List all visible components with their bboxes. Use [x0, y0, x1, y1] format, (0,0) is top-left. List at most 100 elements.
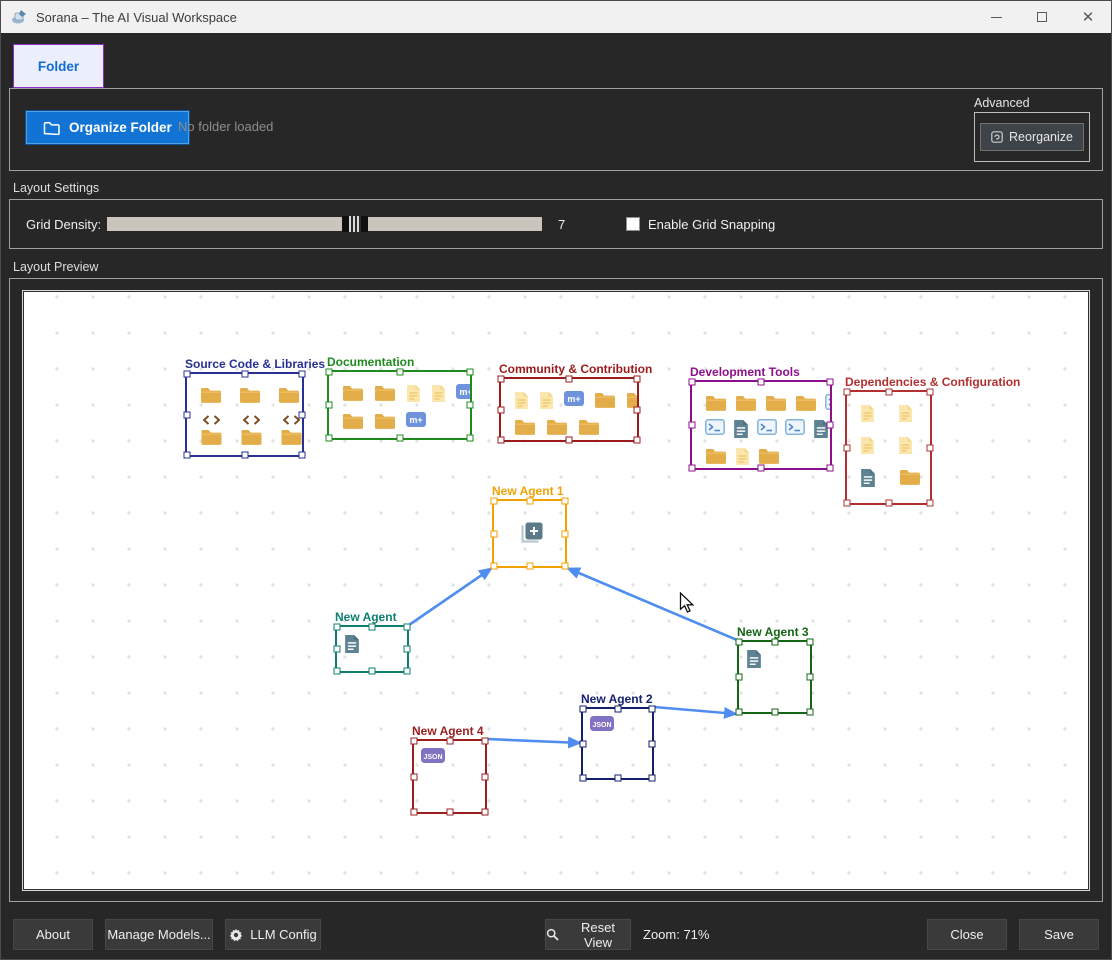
- resize-handle[interactable]: [634, 406, 641, 413]
- resize-handle[interactable]: [736, 639, 743, 646]
- resize-handle[interactable]: [736, 709, 743, 716]
- resize-handle[interactable]: [649, 706, 656, 713]
- resize-handle[interactable]: [446, 738, 453, 745]
- resize-handle[interactable]: [467, 435, 474, 442]
- maximize-icon[interactable]: [1019, 1, 1065, 33]
- resize-handle[interactable]: [562, 563, 569, 570]
- resize-handle[interactable]: [689, 379, 696, 386]
- resize-handle[interactable]: [736, 674, 743, 681]
- resize-handle[interactable]: [758, 379, 765, 386]
- resize-handle[interactable]: [844, 500, 851, 507]
- llm-config-button[interactable]: LLM Config: [225, 919, 321, 950]
- resize-handle[interactable]: [807, 709, 814, 716]
- resize-handle[interactable]: [827, 379, 834, 386]
- grid-density-slider[interactable]: [107, 217, 542, 231]
- resize-handle[interactable]: [299, 411, 306, 418]
- resize-handle[interactable]: [241, 452, 248, 459]
- resize-handle[interactable]: [482, 809, 489, 816]
- close-icon[interactable]: ✕: [1065, 1, 1111, 33]
- resize-handle[interactable]: [299, 452, 306, 459]
- minimize-icon[interactable]: [973, 1, 1019, 33]
- resize-handle[interactable]: [491, 563, 498, 570]
- resize-handle[interactable]: [467, 369, 474, 376]
- resize-handle[interactable]: [614, 775, 621, 782]
- about-button[interactable]: About: [13, 919, 93, 950]
- agent-node[interactable]: New Agent 3: [737, 640, 812, 714]
- agent-node[interactable]: New Agent 2JSON: [581, 707, 654, 780]
- titlebar[interactable]: Sorana – The AI Visual Workspace ✕: [1, 1, 1111, 33]
- resize-handle[interactable]: [184, 371, 191, 378]
- resize-handle[interactable]: [634, 376, 641, 383]
- resize-handle[interactable]: [299, 371, 306, 378]
- resize-handle[interactable]: [334, 668, 341, 675]
- resize-handle[interactable]: [404, 668, 411, 675]
- manage-models-button[interactable]: Manage Models...: [105, 919, 213, 950]
- resize-handle[interactable]: [369, 668, 376, 675]
- resize-handle[interactable]: [580, 740, 587, 747]
- resize-handle[interactable]: [844, 444, 851, 451]
- reset-view-button[interactable]: Reset View: [545, 919, 631, 950]
- resize-handle[interactable]: [927, 500, 934, 507]
- resize-handle[interactable]: [562, 530, 569, 537]
- tab-folder[interactable]: Folder: [13, 44, 104, 88]
- resize-handle[interactable]: [498, 376, 505, 383]
- resize-handle[interactable]: [614, 706, 621, 713]
- resize-handle[interactable]: [885, 500, 892, 507]
- resize-handle[interactable]: [827, 422, 834, 429]
- grid-snapping-checkbox[interactable]: [626, 217, 640, 231]
- resize-handle[interactable]: [689, 422, 696, 429]
- resize-handle[interactable]: [491, 498, 498, 505]
- resize-handle[interactable]: [498, 437, 505, 444]
- resize-handle[interactable]: [326, 402, 333, 409]
- resize-handle[interactable]: [396, 369, 403, 376]
- resize-handle[interactable]: [580, 775, 587, 782]
- resize-handle[interactable]: [369, 624, 376, 631]
- resize-handle[interactable]: [634, 437, 641, 444]
- resize-handle[interactable]: [927, 389, 934, 396]
- resize-handle[interactable]: [411, 738, 418, 745]
- group-node[interactable]: Community & Contributionm+: [499, 377, 639, 442]
- organize-folder-button[interactable]: Organize Folder: [26, 111, 189, 144]
- resize-handle[interactable]: [482, 773, 489, 780]
- agent-node[interactable]: New Agent 1: [492, 499, 567, 568]
- resize-handle[interactable]: [758, 465, 765, 472]
- resize-handle[interactable]: [771, 639, 778, 646]
- group-node[interactable]: Source Code & Libraries: [185, 372, 304, 457]
- resize-handle[interactable]: [562, 498, 569, 505]
- resize-handle[interactable]: [807, 674, 814, 681]
- group-node[interactable]: Dependencies & Configuration: [845, 390, 932, 505]
- resize-handle[interactable]: [526, 498, 533, 505]
- resize-handle[interactable]: [411, 809, 418, 816]
- resize-handle[interactable]: [566, 376, 573, 383]
- resize-handle[interactable]: [807, 639, 814, 646]
- resize-handle[interactable]: [580, 706, 587, 713]
- resize-handle[interactable]: [241, 371, 248, 378]
- group-node[interactable]: Development Tools: [690, 380, 832, 470]
- resize-handle[interactable]: [446, 809, 453, 816]
- save-button[interactable]: Save: [1019, 919, 1099, 950]
- resize-handle[interactable]: [827, 465, 834, 472]
- resize-handle[interactable]: [467, 402, 474, 409]
- resize-handle[interactable]: [326, 435, 333, 442]
- resize-handle[interactable]: [334, 646, 341, 653]
- agent-node[interactable]: New Agent 4JSON: [412, 739, 487, 814]
- resize-handle[interactable]: [491, 530, 498, 537]
- resize-handle[interactable]: [396, 435, 403, 442]
- reorganize-button[interactable]: Reorganize: [980, 123, 1084, 151]
- resize-handle[interactable]: [526, 563, 533, 570]
- resize-handle[interactable]: [411, 773, 418, 780]
- resize-handle[interactable]: [184, 411, 191, 418]
- resize-handle[interactable]: [482, 738, 489, 745]
- resize-handle[interactable]: [689, 465, 696, 472]
- resize-handle[interactable]: [927, 444, 934, 451]
- resize-handle[interactable]: [404, 624, 411, 631]
- resize-handle[interactable]: [404, 646, 411, 653]
- resize-handle[interactable]: [844, 389, 851, 396]
- slider-handle[interactable]: [342, 216, 368, 232]
- resize-handle[interactable]: [885, 389, 892, 396]
- resize-handle[interactable]: [498, 406, 505, 413]
- preview-canvas[interactable]: Source Code & LibrariesDocumentationm+m+…: [23, 291, 1089, 890]
- resize-handle[interactable]: [771, 709, 778, 716]
- resize-handle[interactable]: [566, 437, 573, 444]
- resize-handle[interactable]: [326, 369, 333, 376]
